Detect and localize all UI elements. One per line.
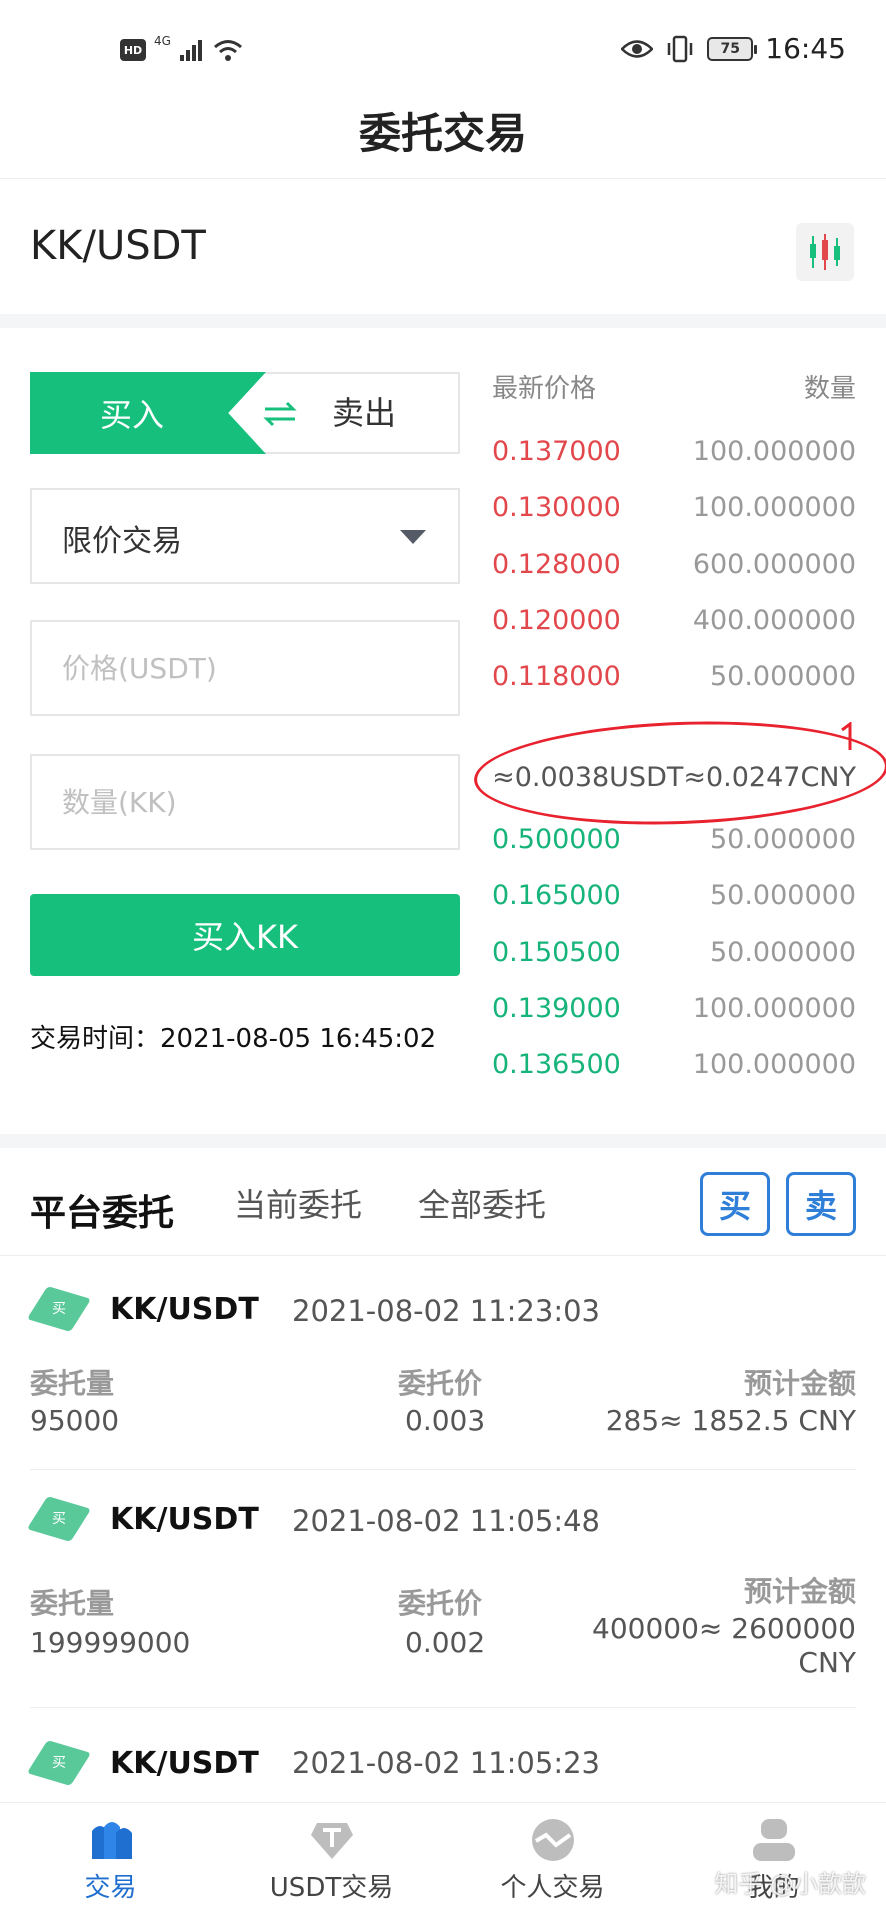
buy-badge-icon: 买 (26, 1496, 92, 1542)
swap-icon[interactable] (260, 396, 300, 432)
chevron-down-icon (400, 530, 426, 544)
nav-item-profile[interactable]: 我的 (663, 1803, 884, 1920)
bid-row[interactable]: 0.150500 50.000000 (492, 937, 856, 971)
wifi-icon (213, 40, 242, 61)
amount-label: 委托量 (30, 1587, 115, 1620)
user-icon (752, 1819, 795, 1861)
tether-icon (310, 1823, 353, 1859)
nav-item-personal-trade[interactable]: 个人交易 (442, 1803, 663, 1920)
bid-row[interactable]: 0.500000 50.000000 (492, 824, 856, 858)
nav-item-trade[interactable]: 交易 (0, 1803, 221, 1920)
status-left: HD 4G (120, 34, 243, 62)
order-total-unit: CNY (798, 1646, 856, 1679)
filter-buy-button[interactable]: 买 (700, 1172, 770, 1236)
total-label: 预计金额 (743, 1367, 856, 1400)
order-pair: KK/USDT (110, 1292, 259, 1327)
order-price: 0.003 (405, 1404, 486, 1437)
nav-label: USDT交易 (269, 1873, 394, 1903)
nav-item-usdt-trade[interactable]: USDT交易 (221, 1803, 442, 1920)
sell-tab[interactable]: 卖出 (332, 374, 396, 452)
section-divider (0, 314, 886, 328)
price-header: 最新价格 (492, 374, 597, 404)
orderbook-header: 最新价格 数量 (492, 368, 856, 405)
amount-input[interactable] (30, 754, 460, 850)
eye-icon (621, 39, 654, 58)
order-type-select[interactable]: 限价交易 (30, 488, 460, 584)
price-label: 委托价 (398, 1587, 483, 1620)
bid-row[interactable]: 0.165000 50.000000 (492, 880, 856, 914)
clock: 16:45 (765, 32, 846, 65)
total-label: 预计金额 (743, 1575, 856, 1608)
nav-label: 个人交易 (500, 1873, 605, 1903)
kline-button[interactable] (796, 223, 854, 281)
ask-row[interactable]: 0.130000 100.000000 (492, 492, 856, 526)
personal-trade-icon (531, 1819, 574, 1861)
price-label: 委托价 (398, 1367, 483, 1400)
ask-row[interactable]: 0.120000 400.000000 (492, 605, 856, 639)
tab-current-orders[interactable]: 当前委托 (234, 1180, 362, 1226)
trade-icon (91, 1822, 132, 1859)
price-input[interactable] (30, 620, 460, 716)
pair-bar: KK/USDT (0, 178, 886, 314)
ask-row[interactable]: 0.137000 100.000000 (492, 436, 856, 470)
candlestick-icon (810, 234, 840, 270)
network-label: 4G (154, 34, 171, 48)
battery-icon: 75 (707, 36, 758, 61)
bid-row[interactable]: 0.136500 100.000000 (492, 1049, 856, 1083)
order-card[interactable]: 买 KK/USDT 2021-08-02 11:05:23 (26, 1708, 856, 1802)
nav-label: 交易 (84, 1873, 137, 1903)
pair-name[interactable]: KK/USDT (30, 223, 206, 269)
order-total: 400000≈ 2600000 (592, 1612, 856, 1645)
qty-header: 数量 (803, 374, 856, 404)
order-amount: 95000 (30, 1404, 120, 1437)
ask-row[interactable]: 0.128000 600.000000 (492, 549, 856, 583)
buy-tab[interactable]: 买入 (30, 372, 266, 454)
annotation-mark (841, 722, 852, 750)
ask-row[interactable]: 0.118000 50.000000 (492, 661, 856, 695)
order-pair: KK/USDT (110, 1746, 259, 1781)
hd-icon: HD (120, 39, 146, 61)
bottom-nav: 交易 USDT交易 个人交易 我的 (0, 1802, 886, 1920)
order-amount: 199999000 (30, 1626, 191, 1659)
order-time: 2021-08-02 11:05:23 (292, 1746, 600, 1780)
side-toggle: 买入 卖出 (30, 372, 460, 454)
bid-row[interactable]: 0.139000 100.000000 (492, 993, 856, 1027)
order-card[interactable]: 买 KK/USDT 2021-08-02 11:23:03 委托量 委托价 预计… (26, 1258, 856, 1470)
order-price: 0.002 (405, 1626, 486, 1659)
tab-platform-orders[interactable]: 平台委托 (30, 1184, 174, 1236)
filter-sell-button[interactable]: 卖 (786, 1172, 856, 1236)
order-total: 285≈ 1852.5 CNY (605, 1404, 856, 1437)
signal-icon (179, 40, 202, 61)
buy-submit-button[interactable]: 买入KK (30, 894, 460, 976)
status-bar: HD 4G 75 16:45 (0, 0, 886, 110)
watermark: 知乎 @小歆歆 (714, 1870, 866, 1898)
buy-badge-icon: 买 (26, 1740, 92, 1786)
annotation-circle (472, 714, 886, 832)
order-time: 2021-08-02 11:05:48 (292, 1504, 600, 1538)
vibrate-icon (668, 35, 693, 62)
order-card[interactable]: 买 KK/USDT 2021-08-02 11:05:48 委托量 委托价 预计… (26, 1470, 856, 1708)
tab-all-orders[interactable]: 全部委托 (418, 1180, 546, 1226)
orders-tabs: 平台委托 当前委托 全部委托 买 卖 (0, 1164, 886, 1256)
status-right: 75 16:45 (621, 32, 846, 65)
order-time: 2021-08-02 11:23:03 (292, 1294, 600, 1328)
order-pair: KK/USDT (110, 1502, 259, 1537)
amount-label: 委托量 (30, 1367, 115, 1400)
buy-badge-icon: 买 (26, 1286, 92, 1332)
section-divider (0, 1134, 886, 1148)
trade-time: 交易时间：2021-08-05 16:45:02 (30, 1024, 437, 1054)
page-title: 委托交易 (358, 109, 527, 158)
order-type-label: 限价交易 (62, 524, 182, 559)
